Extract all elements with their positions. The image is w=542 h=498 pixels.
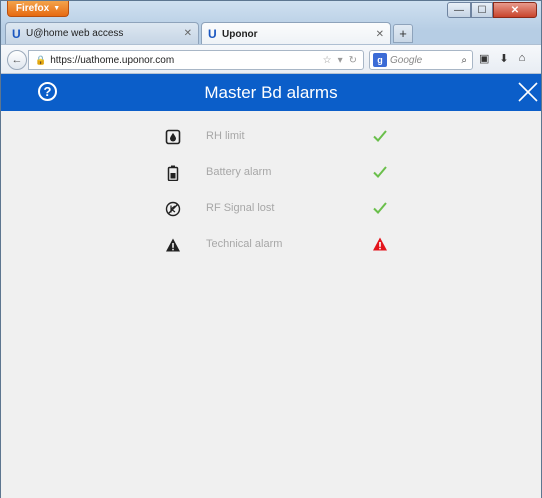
close-icon: ✕ bbox=[510, 4, 520, 16]
plus-icon: + bbox=[399, 26, 407, 41]
tab-label: U@home web access bbox=[26, 28, 124, 39]
url-text: https://uathome.uponor.com bbox=[50, 54, 175, 66]
alarm-label: RH limit bbox=[206, 130, 245, 142]
uponor-favicon-icon: U bbox=[208, 27, 217, 41]
maximize-button[interactable]: ☐ bbox=[471, 2, 493, 18]
back-button[interactable]: ← bbox=[7, 50, 27, 70]
alarm-label: RF Signal lost bbox=[206, 202, 275, 214]
alarm-row-technical: Technical alarm bbox=[1, 232, 541, 258]
new-tab-button[interactable]: + bbox=[393, 24, 413, 43]
page-title: Master Bd alarms bbox=[204, 82, 338, 102]
alarm-label: Battery alarm bbox=[206, 166, 272, 178]
alarm-row-rf-signal: RF Signal lost bbox=[1, 196, 541, 222]
alarm-row-battery: Battery alarm bbox=[1, 160, 541, 186]
search-placeholder: Google bbox=[390, 54, 423, 66]
toolbar-icons: ▣ ⬇ ⌂ bbox=[479, 52, 525, 65]
minimize-button[interactable]: — bbox=[447, 2, 471, 18]
uponor-favicon-icon: U bbox=[12, 26, 21, 41]
warning-icon bbox=[166, 238, 180, 252]
rf-signal-icon bbox=[165, 201, 181, 217]
check-icon bbox=[373, 130, 387, 142]
navigation-bar: ← 🔒 https://uathome.uponor.com ☆ ▾ ↻ g G… bbox=[1, 44, 541, 74]
page-content: Master Bd alarms ? RH limit Battery alar… bbox=[1, 74, 541, 498]
humidity-icon bbox=[165, 129, 181, 145]
home-icon[interactable]: ⌂ bbox=[519, 52, 526, 65]
check-icon bbox=[373, 202, 387, 214]
firefox-menu-label: Firefox bbox=[15, 3, 50, 14]
tab-close-icon[interactable]: ✕ bbox=[376, 29, 384, 40]
lock-icon: 🔒 bbox=[35, 54, 47, 65]
tab-label: Uponor bbox=[222, 28, 258, 40]
chevron-down-icon: ▼ bbox=[53, 5, 61, 12]
help-icon: ? bbox=[43, 84, 52, 99]
alarm-warning-icon bbox=[373, 237, 387, 251]
search-icon[interactable]: ⌕ bbox=[461, 55, 467, 66]
screenshot-icon[interactable]: ▣ bbox=[479, 52, 489, 65]
tab-strip: U U@home web access ✕ U Uponor ✕ + bbox=[1, 20, 541, 45]
address-bar[interactable]: 🔒 https://uathome.uponor.com ☆ ▾ ↻ bbox=[28, 50, 364, 70]
download-icon[interactable]: ⬇ bbox=[499, 52, 508, 65]
tab-close-icon[interactable]: ✕ bbox=[184, 28, 192, 39]
maximize-icon: ☐ bbox=[477, 4, 487, 16]
browser-window: Firefox ▼ — ☐ ✕ U U@home web access ✕ U … bbox=[0, 0, 542, 498]
search-input[interactable]: g Google ⌕ bbox=[369, 50, 473, 70]
close-button[interactable] bbox=[517, 81, 539, 103]
minimize-icon: — bbox=[454, 4, 464, 16]
page-header: Master Bd alarms ? bbox=[1, 74, 541, 111]
bookmark-star-icon[interactable]: ☆ bbox=[323, 55, 332, 66]
check-icon bbox=[373, 166, 387, 178]
alarm-label: Technical alarm bbox=[206, 238, 283, 250]
title-bar: Firefox ▼ — ☐ ✕ bbox=[1, 1, 541, 20]
back-arrow-icon: ← bbox=[11, 54, 23, 66]
alarm-row-rh-limit: RH limit bbox=[1, 124, 541, 150]
help-button[interactable]: ? bbox=[38, 82, 57, 101]
google-icon: g bbox=[373, 53, 387, 67]
window-close-button[interactable]: ✕ bbox=[493, 2, 537, 18]
close-icon bbox=[518, 82, 538, 102]
firefox-menu-button[interactable]: Firefox ▼ bbox=[7, 1, 69, 17]
reload-icon[interactable]: ↻ bbox=[349, 55, 357, 66]
tab-uponor[interactable]: U Uponor ✕ bbox=[201, 22, 391, 45]
dropdown-icon[interactable]: ▾ bbox=[338, 55, 343, 66]
battery-icon bbox=[167, 165, 179, 181]
tab-uhome-web-access[interactable]: U U@home web access ✕ bbox=[5, 22, 199, 44]
